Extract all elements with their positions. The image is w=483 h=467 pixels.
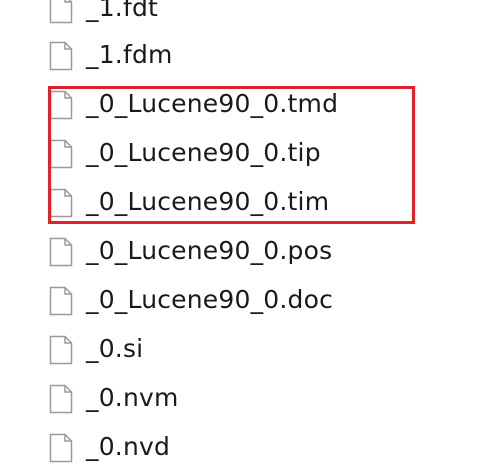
- file-name: _0_Lucene90_0.doc: [86, 285, 334, 314]
- file-row[interactable]: _1.fdt: [0, 0, 483, 28]
- file-name: _0_Lucene90_0.pos: [86, 236, 333, 265]
- file-name: _0_Lucene90_0.tip: [86, 138, 321, 167]
- file-icon: [49, 90, 73, 120]
- file-row[interactable]: _0.nvd: [0, 427, 483, 467]
- file-row[interactable]: _0_Lucene90_0.tim: [0, 182, 483, 222]
- file-icon: [49, 139, 73, 169]
- file-icon: [49, 188, 73, 218]
- file-name: _0.nvm: [86, 383, 179, 412]
- file-icon: [49, 286, 73, 316]
- file-icon: [49, 41, 73, 71]
- file-row[interactable]: _0_Lucene90_0.tip: [0, 133, 483, 173]
- file-icon: [49, 384, 73, 414]
- file-name: _0.nvd: [86, 432, 171, 461]
- file-row[interactable]: _0_Lucene90_0.pos: [0, 231, 483, 271]
- file-icon: [49, 335, 73, 365]
- file-name: _0_Lucene90_0.tim: [86, 187, 330, 216]
- file-row[interactable]: _1.fdm: [0, 35, 483, 75]
- file-name: _0.si: [86, 334, 144, 363]
- file-icon: [49, 237, 73, 267]
- file-name: _1.fdm: [86, 40, 173, 69]
- file-icon: [49, 433, 73, 463]
- file-name: _1.fdt: [86, 0, 159, 22]
- file-icon: [49, 0, 73, 24]
- file-name: _0_Lucene90_0.tmd: [86, 89, 339, 118]
- file-row[interactable]: _0.si: [0, 329, 483, 369]
- file-list: _1.fdt _1.fdm _0_Lucene90_0.tmd _0_Lucen…: [0, 0, 483, 463]
- file-row[interactable]: _0_Lucene90_0.doc: [0, 280, 483, 320]
- file-row[interactable]: _0.nvm: [0, 378, 483, 418]
- file-row[interactable]: _0_Lucene90_0.tmd: [0, 84, 483, 124]
